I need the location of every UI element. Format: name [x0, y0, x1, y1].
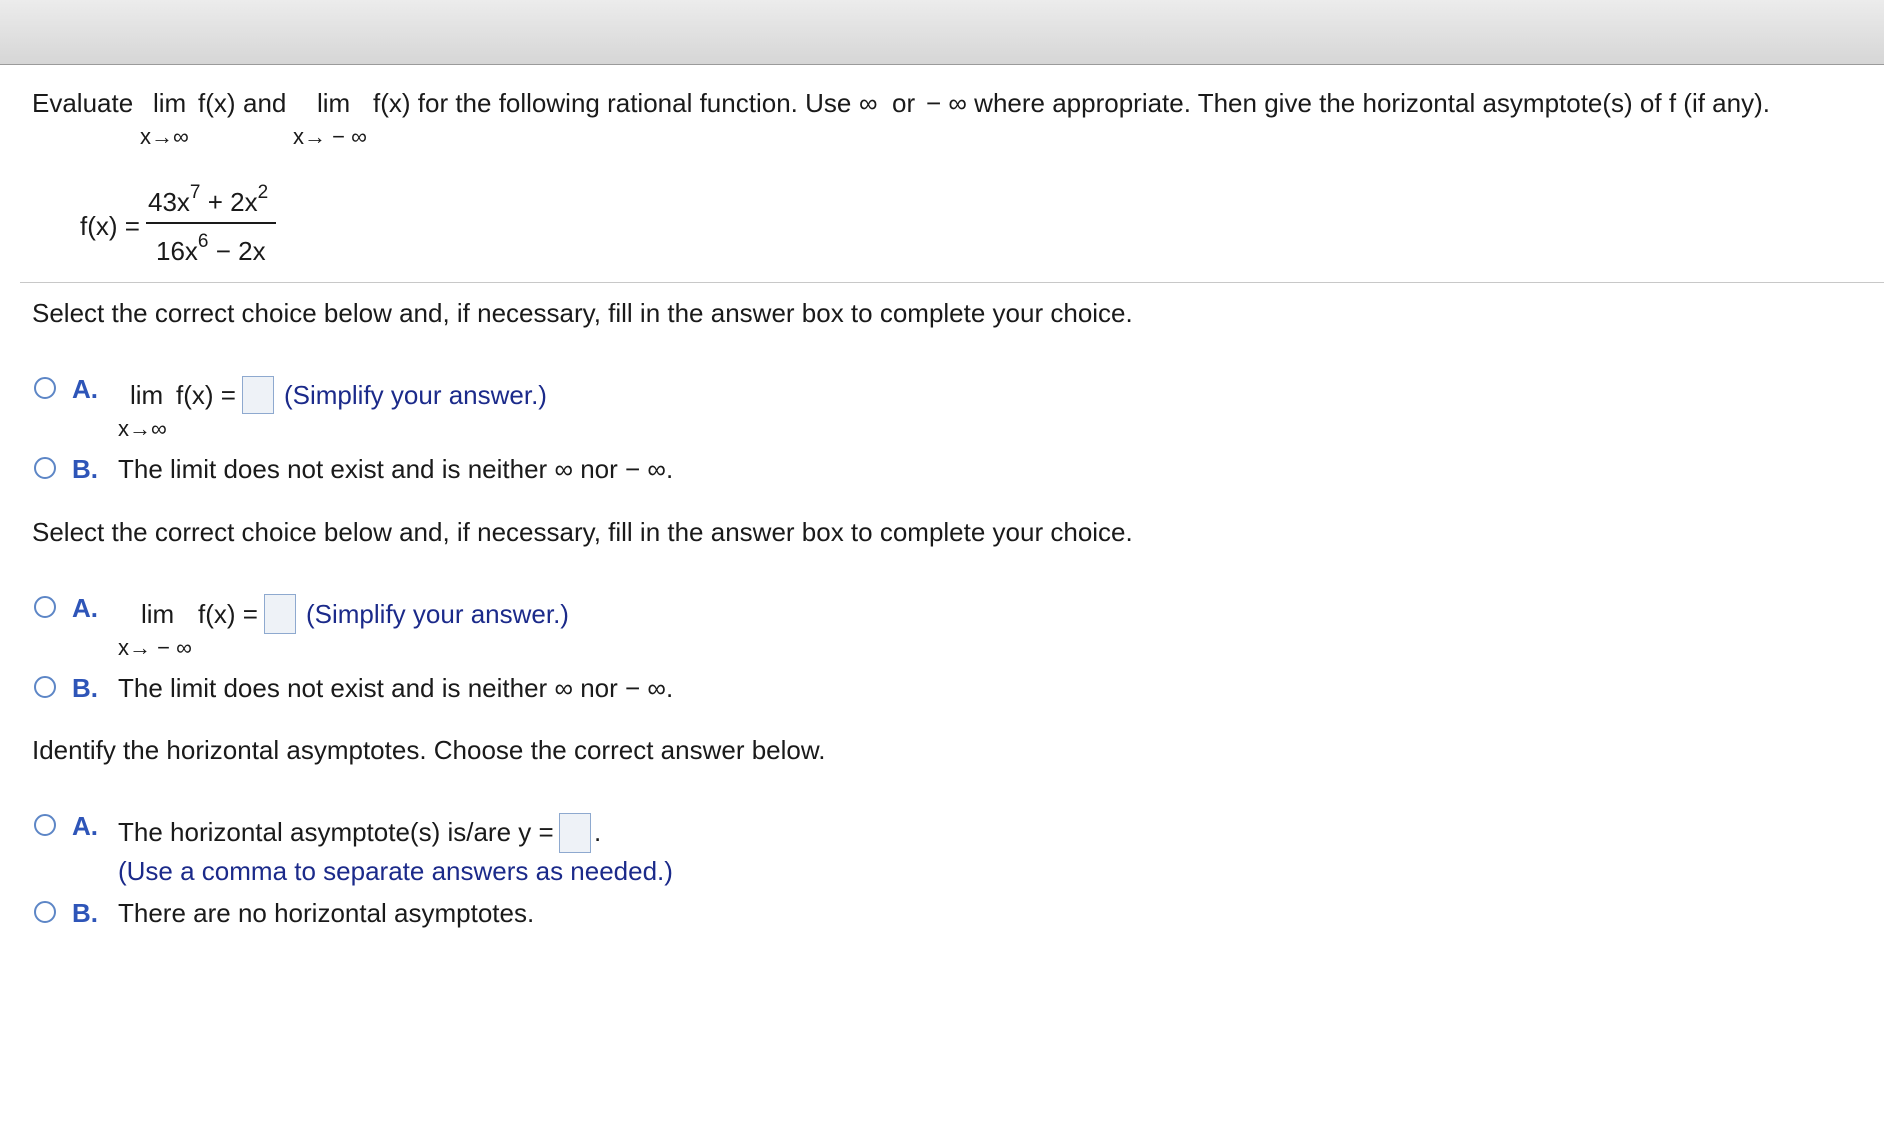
part-3-comma-note: (Use a comma to separate answers as need… [118, 856, 673, 886]
part-2-simplify-note: (Simplify your answer.) [306, 599, 569, 629]
section-divider [20, 282, 1884, 283]
function-denominator: 16x6 − 2x [156, 231, 266, 267]
part-3-choice-a-letter[interactable]: A. [72, 811, 98, 842]
numerator-term-2: + 2x [207, 187, 258, 217]
denominator-exponent-1: 6 [197, 231, 209, 252]
part-2-limit-subscript: x→ − ∞ [118, 635, 192, 660]
part-3-choice-a-radio[interactable] [34, 814, 56, 836]
part-1-prompt: Select the correct choice below and, if … [32, 298, 1133, 328]
part-1-choice-a-letter[interactable]: A. [72, 374, 98, 405]
part-1-answer-box[interactable] [242, 376, 274, 414]
question-lim-positive: lim [153, 88, 187, 118]
part-2-choice-b-letter[interactable]: B. [72, 673, 98, 704]
question-instructions-end: − ∞ where appropriate. Then give the hor… [926, 88, 1770, 118]
infinity-symbol: ∞ [859, 88, 878, 118]
part-3-answer-box[interactable] [559, 813, 591, 853]
denominator-term-2: − 2x [215, 236, 266, 266]
part-3-choice-b-text[interactable]: There are no horizontal asymptotes. [118, 898, 534, 929]
function-numerator: 43x7 + 2x2 [148, 182, 268, 218]
denominator-term-1: 16x [156, 236, 198, 266]
part-2-choice-b-text[interactable]: The limit does not exist and is neither … [118, 673, 673, 704]
part-1-limit-subscript: x→∞ [118, 416, 167, 441]
fraction-bar [146, 222, 276, 224]
part-3-choice-a-period: . [594, 817, 602, 847]
part-2-prompt: Select the correct choice below and, if … [32, 517, 1133, 547]
top-toolbar [0, 0, 1884, 65]
question-lim-negative: lim [317, 88, 351, 118]
question-or: or [892, 88, 916, 118]
part-2-choice-b-radio[interactable] [34, 676, 56, 698]
part-1-choice-a-fx: f(x) = [176, 380, 236, 410]
part-1-choice-a-radio[interactable] [34, 377, 56, 399]
part-3-choice-b-letter[interactable]: B. [72, 898, 98, 929]
part-3-choice-b-radio[interactable] [34, 901, 56, 923]
question-instructions: f(x) for the following rational function… [373, 88, 852, 118]
numerator-exponent-2: 2 [257, 182, 269, 203]
part-2-choice-a-radio[interactable] [34, 596, 56, 618]
part-3-prompt: Identify the horizontal asymptotes. Choo… [32, 735, 826, 765]
part-1-choice-b-radio[interactable] [34, 457, 56, 479]
part-2-choice-a-fx: f(x) = [198, 599, 258, 629]
part-1-choice-b-letter[interactable]: B. [72, 454, 98, 485]
numerator-exponent-1: 7 [189, 182, 201, 203]
question-fx: f(x) [198, 88, 236, 118]
function-lhs: f(x) = [80, 211, 140, 241]
question-and: and [243, 88, 287, 118]
part-1-choice-b-text[interactable]: The limit does not exist and is neither … [118, 454, 673, 485]
part-3-choice-a-text: The horizontal asymptote(s) is/are y = [118, 817, 554, 847]
numerator-term-1: 43x [148, 187, 190, 217]
part-2-choice-a-letter[interactable]: A. [72, 593, 98, 624]
part-2-choice-a-lim: lim [141, 599, 175, 629]
part-2-answer-box[interactable] [264, 594, 296, 634]
question-evaluate: Evaluate [32, 88, 134, 118]
limit-subscript-positive: x→∞ [140, 124, 189, 149]
limit-subscript-negative: x→ − ∞ [293, 124, 367, 149]
part-1-simplify-note: (Simplify your answer.) [284, 380, 547, 410]
part-1-choice-a-lim: lim [130, 380, 164, 410]
